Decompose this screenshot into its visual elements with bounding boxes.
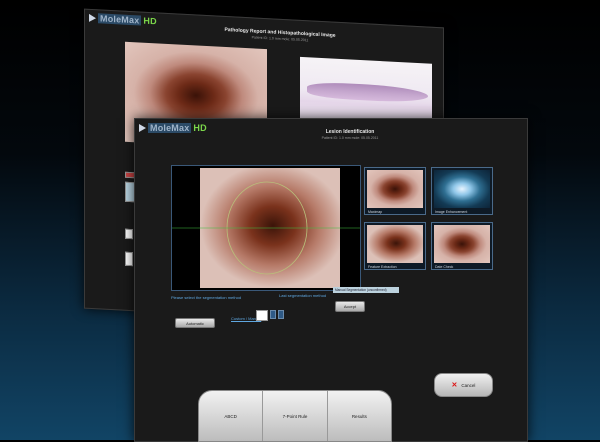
stepper-button-1[interactable] bbox=[270, 310, 276, 319]
thumbnail-maximap[interactable]: Maximap bbox=[364, 167, 426, 215]
accept-button[interactable]: Accept bbox=[335, 301, 365, 312]
thumbnail-feature-extraction[interactable]: Feature Extraction bbox=[364, 222, 426, 270]
logo-triangle-icon bbox=[89, 13, 96, 23]
logo-text: MoleMax bbox=[148, 123, 192, 133]
lesion-viewer[interactable] bbox=[171, 165, 361, 291]
logo-text: MoleMax bbox=[98, 13, 142, 26]
tab-abcd[interactable]: ABCD bbox=[199, 391, 264, 441]
logo-suffix: HD bbox=[143, 15, 157, 27]
bottom-tab-bar: ABCD 7-Point Rule Results bbox=[198, 390, 392, 442]
page-subtitle: Patient ID: 1.0 mm mole: 05.05.2011 bbox=[321, 136, 379, 140]
page-title: Lesion Identification bbox=[325, 129, 375, 135]
thumbnail-label: Image Enhancement bbox=[435, 210, 468, 214]
logo-suffix: HD bbox=[193, 123, 207, 133]
segmentation-overlay bbox=[172, 181, 360, 275]
thumbnail-date-check[interactable]: Date Check bbox=[431, 222, 493, 270]
thumbnail-image-enhancement[interactable]: Image Enhancement bbox=[431, 167, 493, 215]
segmentation-prompt: Please select the segmentation method bbox=[171, 295, 242, 300]
automatic-button[interactable]: Automatic bbox=[175, 318, 215, 328]
left-field-3[interactable] bbox=[125, 251, 133, 267]
thumbnail-image bbox=[434, 170, 490, 208]
thumbnail-label: Feature Extraction bbox=[368, 265, 397, 269]
logo-triangle-icon bbox=[139, 124, 146, 132]
thumbnail-label: Date Check bbox=[435, 265, 454, 269]
app-logo: MoleMax HD bbox=[139, 123, 207, 133]
custom-option-box[interactable] bbox=[256, 310, 268, 321]
thumbnail-image bbox=[434, 225, 490, 263]
last-method-field: Manual Segmentation (unconfirmed) bbox=[333, 287, 399, 293]
cancel-button[interactable]: ✕ Cancel bbox=[434, 373, 493, 397]
app-logo: MoleMax HD bbox=[89, 13, 157, 27]
thumbnail-image bbox=[367, 225, 423, 263]
tab-7-point-rule[interactable]: 7-Point Rule bbox=[263, 391, 328, 441]
tab-results[interactable]: Results bbox=[328, 391, 391, 441]
close-icon: ✕ bbox=[451, 381, 458, 389]
stepper-button-2[interactable] bbox=[278, 310, 284, 319]
cancel-label: Cancel bbox=[461, 382, 476, 388]
last-method-label: Last segmentation method bbox=[279, 293, 327, 298]
thumbnail-label: Maximap bbox=[368, 210, 383, 214]
thumbnail-image bbox=[367, 170, 423, 208]
left-field-2[interactable] bbox=[125, 228, 133, 240]
